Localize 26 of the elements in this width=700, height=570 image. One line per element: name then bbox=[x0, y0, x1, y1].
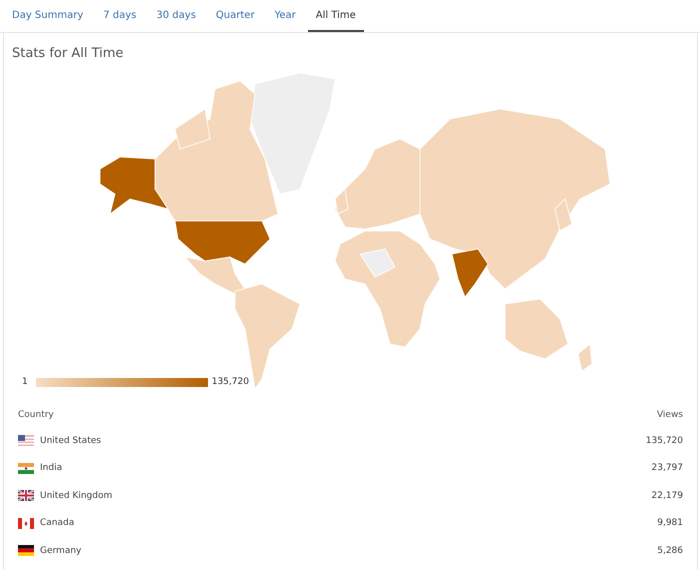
views-count: 9,981 bbox=[657, 518, 683, 528]
tab[interactable]: 30 days bbox=[148, 0, 204, 32]
country-name: Germany bbox=[40, 546, 82, 556]
tab[interactable]: All Time bbox=[308, 0, 364, 32]
tab[interactable]: Year bbox=[266, 0, 304, 32]
column-header: Country bbox=[18, 410, 54, 420]
tab[interactable]: Day Summary bbox=[4, 0, 92, 32]
flag-icon bbox=[18, 545, 34, 556]
country-name: India bbox=[40, 463, 64, 474]
views-count: 23,797 bbox=[652, 463, 683, 474]
views-count: 22,179 bbox=[652, 490, 683, 501]
flag-icon bbox=[18, 435, 34, 446]
country-name: United States bbox=[40, 436, 102, 446]
views-count: 135,720 bbox=[646, 436, 683, 446]
tab[interactable]: Quarter bbox=[208, 0, 263, 32]
flag-icon bbox=[18, 490, 34, 502]
country-name: United Kingdom bbox=[40, 490, 114, 501]
flag-icon bbox=[18, 518, 34, 529]
legend-min: 1 bbox=[22, 377, 28, 387]
panel-title: Stats for All Time bbox=[12, 45, 124, 61]
flag-icon bbox=[18, 462, 34, 474]
country-name: Canada bbox=[40, 518, 76, 528]
tab[interactable]: 7 days bbox=[95, 0, 144, 32]
views-count: 5,286 bbox=[657, 546, 683, 556]
legend-max: 135,720 bbox=[212, 377, 249, 387]
column-header: Views bbox=[656, 410, 683, 420]
